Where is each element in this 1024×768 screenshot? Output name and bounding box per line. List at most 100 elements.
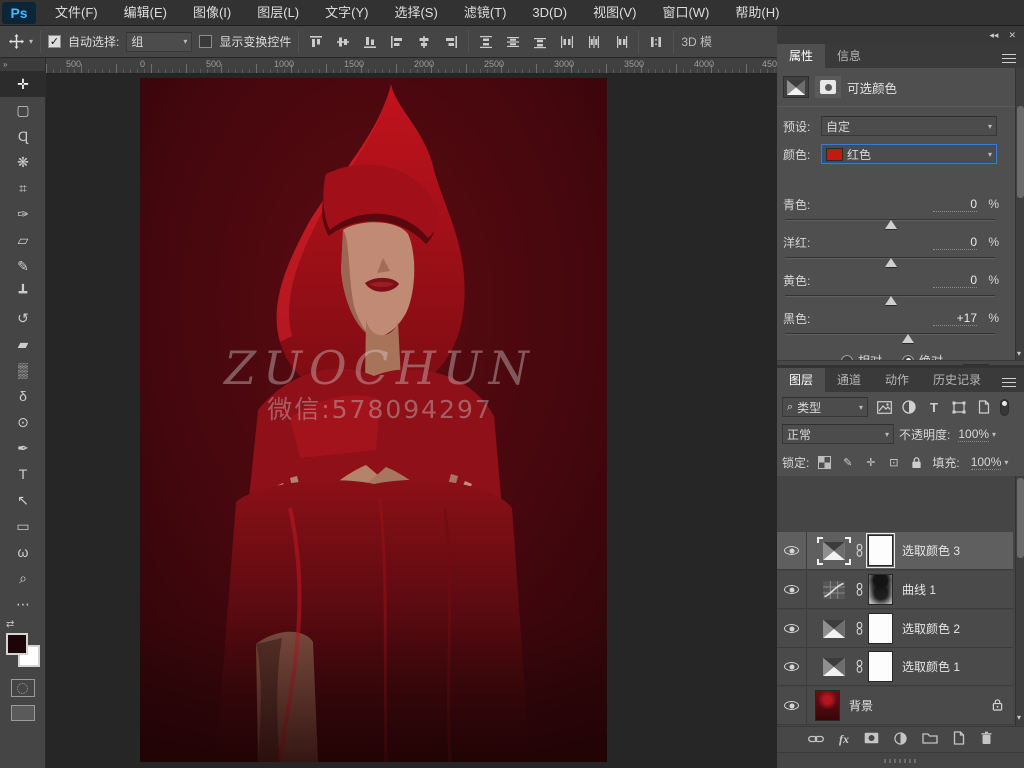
- distribute-horizontal-center-icon[interactable]: [584, 31, 604, 53]
- slider-thumb[interactable]: [885, 296, 897, 305]
- visibility-toggle[interactable]: [777, 647, 807, 686]
- align-vertical-center-icon[interactable]: [333, 31, 353, 53]
- color-dropdown[interactable]: 红色 ▾: [821, 144, 997, 164]
- visibility-toggle[interactable]: [777, 686, 807, 725]
- filter-shape-layers-icon[interactable]: [950, 398, 968, 416]
- tab-properties[interactable]: 属性: [777, 44, 826, 68]
- mask-thumbnail[interactable]: [866, 533, 895, 568]
- menu-item-layer[interactable]: 图层(L): [244, 0, 312, 26]
- tool-shape[interactable]: ▭: [0, 513, 46, 539]
- distribute-top-icon[interactable]: [476, 31, 496, 53]
- tool-eraser[interactable]: ▰: [0, 331, 46, 357]
- adjustment-thumbnail[interactable]: [817, 615, 851, 643]
- link-mask-icon[interactable]: [855, 621, 864, 636]
- filter-pixel-layers-icon[interactable]: [875, 398, 893, 416]
- opacity-dropdown[interactable]: 100% ▾: [955, 424, 999, 444]
- properties-scrollbar[interactable]: ▾: [1015, 68, 1024, 360]
- lock-transparency-icon[interactable]: [817, 454, 832, 470]
- close-panel-icon[interactable]: ✕: [1008, 30, 1016, 41]
- distribute-spacing-icon[interactable]: [646, 31, 666, 53]
- tool-preset-picker[interactable]: ▾: [6, 31, 33, 53]
- tool-blur[interactable]: δ: [0, 383, 46, 409]
- layer-name[interactable]: 背景: [849, 697, 873, 714]
- panel-menu-icon[interactable]: [1002, 378, 1016, 387]
- tab-info[interactable]: 信息: [825, 44, 874, 68]
- delete-layer-icon[interactable]: [980, 731, 993, 748]
- tool-quick-select[interactable]: ❋: [0, 149, 46, 175]
- layer-row-selective-color-1[interactable]: 选取颜色 1: [777, 647, 1013, 686]
- show-transform-checkbox[interactable]: [199, 35, 213, 48]
- align-horizontal-center-icon[interactable]: [414, 31, 434, 53]
- tab-channels[interactable]: 通道: [825, 368, 874, 392]
- lock-position-icon[interactable]: ✛: [863, 454, 878, 470]
- auto-select-dropdown[interactable]: 组 ▾: [126, 31, 193, 52]
- scrollbar-thumb[interactable]: [1017, 478, 1024, 558]
- visibility-toggle[interactable]: [777, 570, 807, 609]
- link-mask-icon[interactable]: [855, 582, 864, 597]
- menu-item-filter[interactable]: 滤镜(T): [451, 0, 520, 26]
- link-mask-icon[interactable]: [855, 543, 864, 558]
- distribute-right-icon[interactable]: [611, 31, 631, 53]
- horizontal-ruler[interactable]: 500 0 500 1000 1500 2000 2500 3000 3500 …: [46, 58, 782, 74]
- tool-dodge[interactable]: ⊙: [0, 409, 46, 435]
- collapse-panels-icon[interactable]: ◂◂: [989, 30, 998, 41]
- cyan-value[interactable]: 0: [933, 197, 977, 212]
- tool-brush[interactable]: ✎: [0, 253, 46, 279]
- mask-thumbnail[interactable]: [868, 574, 893, 605]
- distribute-vertical-center-icon[interactable]: [503, 31, 523, 53]
- tool-move[interactable]: ✛: [0, 71, 46, 97]
- tool-type[interactable]: T: [0, 461, 46, 487]
- lock-all-icon[interactable]: [909, 454, 924, 470]
- tool-gradient[interactable]: ▒: [0, 357, 46, 383]
- menu-item-edit[interactable]: 编辑(E): [111, 0, 180, 26]
- layer-name[interactable]: 曲线 1: [902, 581, 936, 598]
- tool-history-brush[interactable]: ↺: [0, 305, 46, 331]
- layer-style-icon[interactable]: fx: [839, 732, 849, 747]
- menu-item-help[interactable]: 帮助(H): [722, 0, 792, 26]
- tool-healing-brush[interactable]: ▱: [0, 227, 46, 253]
- blend-mode-dropdown[interactable]: 正常 ▾: [782, 424, 894, 444]
- visibility-toggle[interactable]: [777, 609, 807, 648]
- layer-name[interactable]: 选取颜色 1: [902, 658, 960, 675]
- tab-history[interactable]: 历史记录: [921, 368, 994, 392]
- adjustment-thumbnail[interactable]: [817, 536, 851, 565]
- scroll-down-icon[interactable]: ▾: [1017, 713, 1021, 722]
- tool-zoom[interactable]: ⌕: [0, 565, 46, 591]
- document-image[interactable]: ZUOCHUN 微信:578094297: [140, 78, 607, 762]
- menu-item-window[interactable]: 窗口(W): [649, 0, 722, 26]
- quick-mask-button[interactable]: [10, 679, 35, 697]
- menu-item-file[interactable]: 文件(F): [42, 0, 111, 26]
- layer-name[interactable]: 选取颜色 3: [902, 542, 960, 559]
- lock-pixels-icon[interactable]: ✎: [840, 454, 855, 470]
- tool-more[interactable]: ⋯: [0, 591, 46, 617]
- tab-layers[interactable]: 图层: [777, 368, 826, 392]
- layer-row-selective-color-2[interactable]: 选取颜色 2: [777, 609, 1013, 648]
- black-value[interactable]: +17: [933, 311, 977, 326]
- scrollbar-thumb[interactable]: [1017, 106, 1024, 198]
- layers-scrollbar[interactable]: ▾: [1015, 476, 1024, 726]
- adjustment-thumbnail[interactable]: [817, 653, 851, 681]
- slider-track[interactable]: [785, 333, 995, 335]
- filter-type-dropdown[interactable]: ⌕ 类型 ▾: [782, 397, 868, 417]
- add-adjustment-icon[interactable]: [894, 731, 907, 748]
- visibility-toggle[interactable]: [777, 531, 807, 570]
- new-layer-icon[interactable]: [953, 731, 965, 748]
- new-group-icon[interactable]: [922, 732, 938, 747]
- layer-row-selective-color-3[interactable]: 选取颜色 3: [777, 531, 1013, 570]
- align-left-icon[interactable]: [387, 31, 407, 53]
- menu-item-type[interactable]: 文字(Y): [312, 0, 381, 26]
- scroll-down-icon[interactable]: ▾: [1017, 349, 1021, 358]
- slider-thumb[interactable]: [902, 334, 915, 343]
- link-layers-icon[interactable]: [808, 733, 824, 747]
- tool-path-select[interactable]: ↖: [0, 487, 46, 513]
- layer-thumbnail[interactable]: [815, 690, 840, 721]
- panel-menu-icon[interactable]: [1002, 54, 1016, 63]
- add-mask-icon[interactable]: [864, 732, 879, 747]
- tool-pen[interactable]: ✒: [0, 435, 46, 461]
- preset-dropdown[interactable]: 自定 ▾: [821, 116, 997, 136]
- filter-toggle[interactable]: [1000, 398, 1009, 416]
- align-right-icon[interactable]: [441, 31, 461, 53]
- lock-artboard-icon[interactable]: ⊡: [886, 454, 901, 470]
- tool-marquee[interactable]: ▢: [0, 97, 46, 123]
- menu-item-view[interactable]: 视图(V): [580, 0, 649, 26]
